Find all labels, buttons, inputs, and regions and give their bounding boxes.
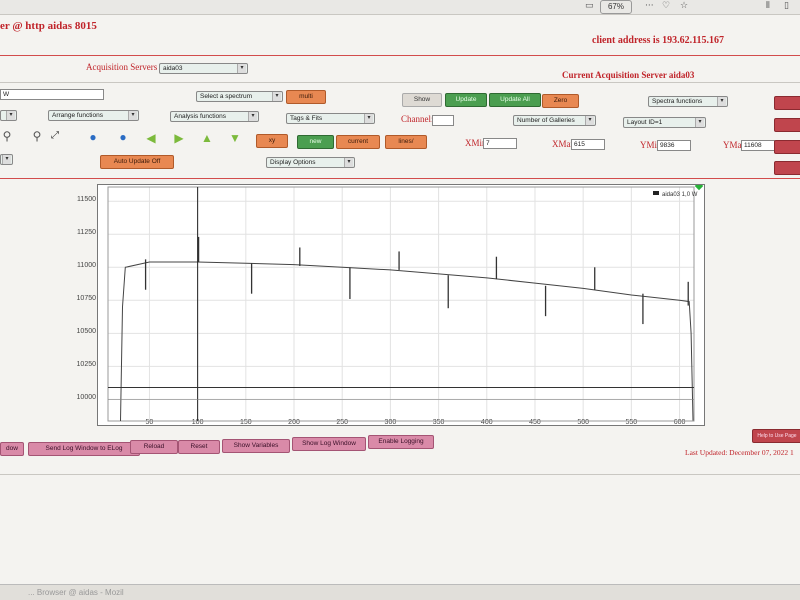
ymax-input[interactable]: 11608 (741, 140, 775, 151)
star-icon[interactable]: ☆ (680, 1, 688, 11)
plot-area (107, 186, 695, 422)
right-edge-button-3[interactable] (774, 140, 800, 154)
x-tick-label: 400 (481, 419, 493, 425)
acq-servers-label: Acquisition Servers (86, 62, 158, 72)
info-2-icon[interactable]: ● (116, 130, 130, 144)
browser-window: ▭ 67% ··· ♡ ☆ ⫴ ▯ er @ http aidas 8015 c… (0, 0, 800, 600)
x-tick-label: 450 (529, 419, 541, 425)
zoom-level[interactable]: 67% (600, 0, 632, 14)
spectrum-name-input[interactable]: W (0, 89, 104, 100)
browser-toolbar: ▭ 67% ··· ♡ ☆ ⫴ ▯ (0, 0, 800, 15)
y-tick-label: 11000 (77, 262, 96, 270)
select-spectrum-dropdown[interactable]: Select a spectrum (196, 91, 283, 102)
sidebar-icon[interactable]: ▯ (784, 1, 789, 11)
ymin-input[interactable]: 9836 (657, 140, 691, 151)
xmax-input[interactable]: 615 (571, 139, 605, 150)
legend-swatch (653, 191, 659, 195)
zoom-in-icon[interactable]: ⚲ (0, 129, 14, 143)
arrow-up-icon[interactable]: ▲ (200, 131, 214, 145)
current-button[interactable]: current (336, 135, 380, 149)
log-window-button[interactable]: dow (0, 442, 24, 456)
y-tick-label: 11500 (77, 196, 96, 204)
reload-button[interactable]: Reload (130, 440, 178, 454)
spectrum-chart[interactable]: 50 100 150 200 250 300 350 400 450 500 550 600aida0… (98, 181, 704, 426)
taskbar: ... Browser @ aidas - Mozil (0, 584, 800, 600)
current-acq-server: Current Acquisition Server aida03 (562, 70, 695, 80)
arrow-right-icon[interactable]: ▶ (172, 131, 186, 145)
arrow-left-icon[interactable]: ◀ (144, 131, 158, 145)
right-edge-button-1[interactable] (774, 96, 800, 110)
x-tick-label: 300 (385, 419, 397, 425)
y-tick-label: 10750 (76, 295, 96, 303)
zero-button[interactable]: Zero (542, 94, 579, 108)
lines-button[interactable]: lines/ (385, 135, 427, 149)
x-tick-label: 600 (674, 419, 686, 425)
show-log-window-button[interactable]: Show Log Window (292, 437, 366, 451)
update-button[interactable]: Update (445, 93, 487, 107)
analysis-functions-select[interactable]: Analysis functions (170, 111, 259, 122)
xy-button[interactable]: xy (256, 134, 288, 148)
x-tick-label: 50 (146, 419, 154, 425)
left-small-select[interactable] (0, 110, 17, 121)
y-tick-label: 10250 (76, 361, 96, 369)
acq-server-select[interactable]: aida03 (159, 63, 248, 74)
arrow-down-icon[interactable]: ▼ (228, 131, 242, 145)
channel-label: Channel: (401, 114, 434, 124)
taskbar-window-title[interactable]: ... Browser @ aidas - Mozil (28, 588, 124, 597)
x-tick-label: 500 (577, 419, 589, 425)
help-button[interactable]: Help to Use Page (752, 429, 800, 443)
last-updated: Last Updated: December 07, 2022 1 (685, 448, 794, 457)
number-of-galleries-select[interactable]: Number of Galleries (513, 115, 596, 126)
show-button[interactable]: Show (402, 93, 442, 107)
auto-update-button[interactable]: Auto Update Off (100, 155, 174, 169)
pocket-icon[interactable]: ♡ (662, 1, 670, 11)
channel-input[interactable] (432, 115, 454, 126)
x-tick-label: 550 (626, 419, 638, 425)
display-options-select[interactable]: Display Options (266, 157, 355, 168)
spectrum-plot[interactable]: 50 100 150 200 250 300 350 400 450 500 550 600 aida0… (97, 181, 705, 426)
show-variables-button[interactable]: Show Variables (222, 439, 290, 453)
x-tick-label: 250 (336, 419, 348, 425)
xmin-input[interactable]: 7 (483, 138, 517, 149)
y-tick-label: 11250 (77, 229, 96, 237)
zoom-out-icon[interactable]: ⚲ (30, 129, 44, 143)
right-edge-button-4[interactable] (774, 161, 800, 175)
new-button[interactable]: new (297, 135, 334, 149)
client-address: client address is 193.62.115.167 (592, 35, 725, 46)
y-tick-label: 10500 (76, 328, 96, 336)
info-1-icon[interactable]: ● (86, 130, 100, 144)
divider (0, 55, 800, 56)
x-tick-label: 350 (433, 419, 445, 425)
resize-handle-icon (694, 181, 704, 191)
document-icon[interactable]: ▭ (585, 1, 594, 11)
x-tick-label: 150 (240, 419, 252, 425)
divider (0, 82, 800, 83)
library-icon[interactable]: ⫴ (766, 1, 770, 11)
right-edge-button-2[interactable] (774, 118, 800, 132)
y-tick-label: 10000 (76, 394, 96, 402)
more-icon[interactable]: ··· (645, 1, 654, 11)
left-small-select-2[interactable] (0, 154, 13, 165)
divider (0, 178, 800, 179)
spectra-functions-select[interactable]: Spectra functions (648, 96, 728, 107)
update-all-button[interactable]: Update All (489, 93, 541, 107)
legend-label: aida03 1,0 W (662, 192, 698, 198)
send-log-elog-button[interactable]: Send Log Window to ELog (28, 442, 140, 456)
series-line (120, 261, 694, 422)
reset-button[interactable]: Reset (178, 440, 220, 454)
tags-fits-select[interactable]: Tags & Fits (286, 113, 375, 124)
page-title: er @ http aidas 8015 (0, 20, 97, 32)
fullscreen-icon[interactable]: ⤢ (48, 129, 62, 143)
layout-select[interactable]: Layout ID=1 (623, 117, 706, 128)
arrange-functions-select[interactable]: Arrange functions (48, 110, 139, 121)
x-tick-label: 200 (288, 419, 300, 425)
divider (0, 474, 800, 475)
enable-logging-button[interactable]: Enable Logging (368, 435, 434, 449)
multi-button[interactable]: multi (286, 90, 326, 104)
